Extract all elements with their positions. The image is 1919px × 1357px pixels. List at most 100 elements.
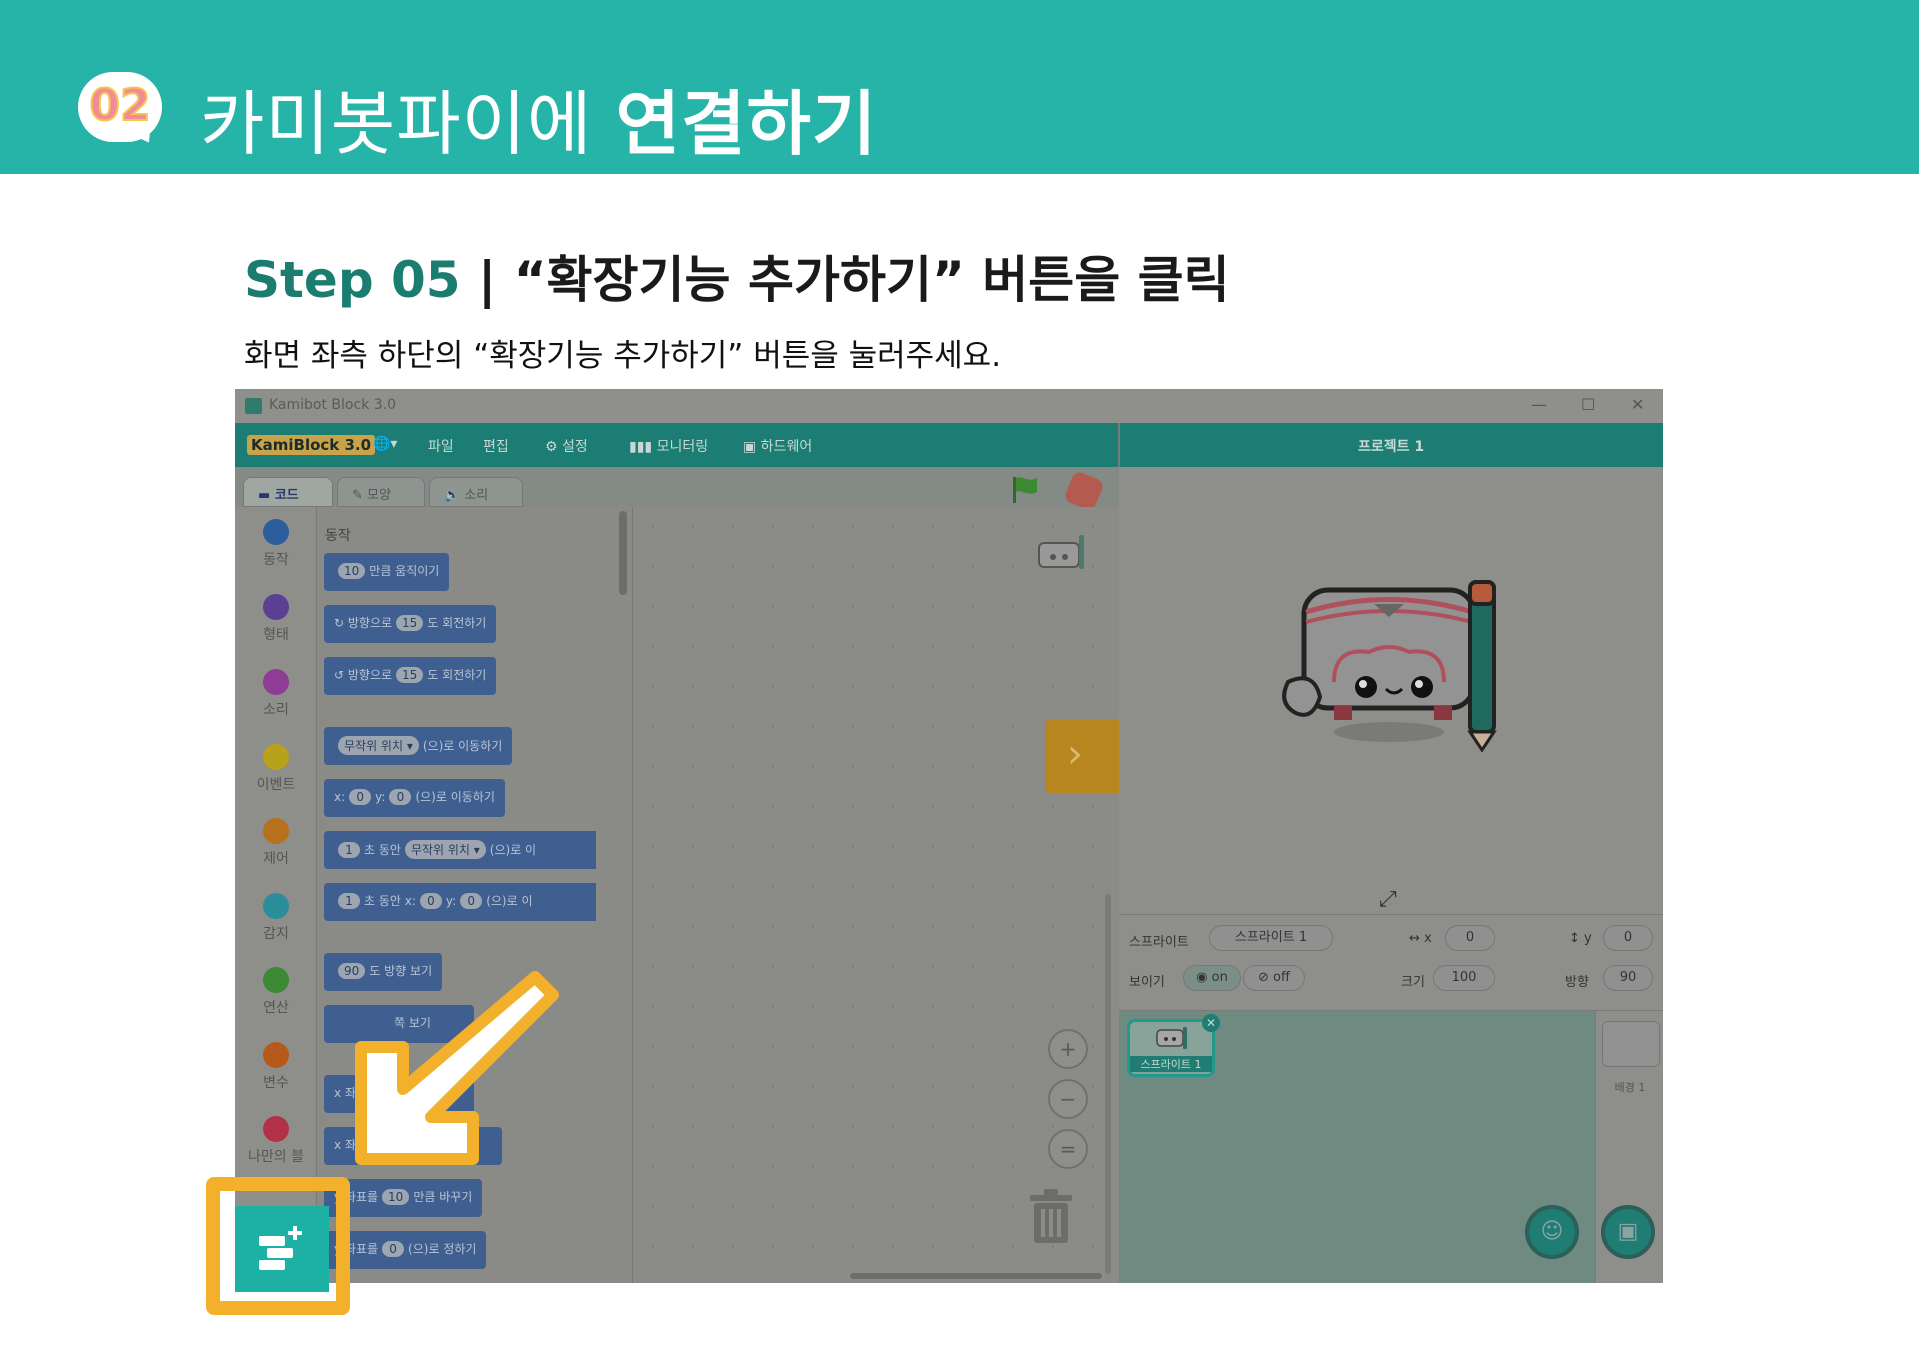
- zoom-reset-icon[interactable]: =: [1048, 1129, 1088, 1169]
- image-icon: ▣: [1617, 1219, 1639, 1244]
- category-operators[interactable]: 연산: [235, 967, 317, 1017]
- show-off-toggle[interactable]: ⊘ off: [1243, 965, 1305, 991]
- workspace-vertical-scrollbar[interactable]: [1105, 894, 1111, 1274]
- block-go-to-xy[interactable]: x: 0 y: 0 (으)로 이동하기: [324, 779, 505, 817]
- show-on-toggle[interactable]: ◉ on: [1183, 965, 1241, 991]
- sprite-name-input[interactable]: 스프라이트 1: [1209, 925, 1333, 951]
- block-go-to[interactable]: 무작위 위치 ▾ (으)로 이동하기: [324, 727, 513, 765]
- tab-costumes-label: 모양: [367, 488, 391, 503]
- sprite-list: ✕ 스프라이트 1 ☺: [1119, 1011, 1595, 1283]
- y-input[interactable]: 0: [1603, 925, 1653, 951]
- tab-sounds[interactable]: 🔈 소리: [429, 477, 523, 507]
- category-variables[interactable]: 변수: [235, 1042, 317, 1092]
- kamiblock-logo: KamiBlock 3.0: [247, 435, 376, 455]
- events-dot-icon: [263, 744, 289, 770]
- header-banner: 02 카미봇파이에 연결하기: [0, 0, 1919, 174]
- block-glide-xy[interactable]: 1초 동안 x: 0 y: 0 (으)로 이: [324, 883, 596, 921]
- palette-heading: 동작: [325, 528, 351, 544]
- eye-off-icon: ⊘: [1258, 970, 1274, 985]
- workspace-horizontal-scrollbar[interactable]: [850, 1273, 1102, 1279]
- block-glide-xy-y[interactable]: 0: [460, 893, 483, 909]
- step-title: “확장기능 추가하기” 버튼을 클릭: [513, 251, 1230, 309]
- block-turn-right[interactable]: ↻ 방향으로 15 도 회전하기: [324, 605, 497, 643]
- block-move-value[interactable]: 10: [338, 563, 366, 579]
- green-flag-icon[interactable]: [1010, 475, 1040, 505]
- delete-sprite-icon[interactable]: ✕: [1202, 1014, 1220, 1032]
- category-motion[interactable]: 동작: [235, 519, 317, 569]
- block-go-to-dropdown[interactable]: 무작위 위치 ▾: [338, 736, 419, 755]
- block-glide-xy-value[interactable]: 1: [338, 893, 360, 909]
- extension-panel-toggle[interactable]: ›: [1045, 719, 1119, 793]
- settings-menu[interactable]: ⚙ 설정: [545, 436, 588, 456]
- language-menu[interactable]: 🌐▾: [373, 436, 397, 452]
- add-sprite-button[interactable]: ☺: [1525, 1205, 1579, 1259]
- minimize-button[interactable]: —: [1531, 395, 1547, 414]
- block-go-to-xy-y[interactable]: 0: [389, 789, 412, 805]
- block-glide-value[interactable]: 1: [338, 842, 360, 858]
- step-label: Step 05: [244, 251, 461, 309]
- block-glide-xy-x[interactable]: 0: [419, 893, 442, 909]
- stage[interactable]: [1119, 467, 1663, 879]
- category-looks[interactable]: 형태: [235, 594, 317, 644]
- editor-tabs: ▬ 코드 ✎ 모양 🔈 소리: [235, 467, 1119, 507]
- sprite-thumbnail-icon: [1156, 1027, 1187, 1049]
- x-input[interactable]: 0: [1445, 925, 1495, 951]
- tab-code[interactable]: ▬ 코드: [243, 477, 333, 507]
- file-menu[interactable]: 파일: [428, 436, 454, 456]
- fullscreen-icon[interactable]: ⤢: [1379, 887, 1397, 912]
- banner-title: 카미봇파이에 연결하기: [200, 68, 877, 169]
- looks-dot-icon: [263, 594, 289, 620]
- category-control[interactable]: 제어: [235, 818, 317, 868]
- block-glide-xy-mid: 초 동안 x:: [364, 894, 416, 908]
- block-glide-mid: 초 동안: [364, 843, 401, 857]
- block-move-steps[interactable]: 10 만큼 움직이기: [324, 553, 450, 591]
- badge-number: 02: [88, 79, 151, 132]
- block-glide-dropdown[interactable]: 무작위 위치 ▾: [404, 840, 486, 859]
- backdrop-thumbnail[interactable]: [1602, 1021, 1660, 1067]
- block-turn-left[interactable]: ↺ 방향으로 15 도 회전하기: [324, 657, 497, 695]
- tab-costumes[interactable]: ✎ 모양: [337, 477, 425, 507]
- sprite-card[interactable]: ✕ 스프라이트 1: [1127, 1014, 1220, 1077]
- code-workspace[interactable]: [633, 507, 1119, 1283]
- kamibot-sprite[interactable]: [1274, 572, 1509, 752]
- app-icon: [245, 398, 262, 414]
- zoom-out-icon[interactable]: −: [1048, 1079, 1088, 1119]
- close-button[interactable]: ✕: [1631, 395, 1644, 414]
- sprite-info-panel: 스프라이트 스프라이트 1 ↔ x 0 ↕ y 0 보이기 ◉ on ⊘ off…: [1119, 915, 1663, 1011]
- block-glide[interactable]: 1 초 동안 무작위 위치 ▾ (으)로 이: [324, 831, 596, 869]
- block-set-y-value[interactable]: 0: [382, 1241, 405, 1257]
- zoom-in-icon[interactable]: +: [1048, 1029, 1088, 1069]
- add-backdrop-button[interactable]: ▣: [1601, 1205, 1655, 1259]
- size-input[interactable]: 100: [1433, 965, 1495, 991]
- eye-icon: ◉: [1196, 970, 1212, 985]
- category-sound[interactable]: 소리: [235, 669, 317, 719]
- block-turn-left-value[interactable]: 15: [396, 667, 424, 683]
- block-go-to-xy-x[interactable]: 0: [349, 789, 372, 805]
- monitoring-menu[interactable]: ▮▮▮ 모니터링: [629, 436, 708, 456]
- direction-input[interactable]: 90: [1603, 965, 1653, 991]
- sensing-dot-icon: [263, 893, 289, 919]
- step-heading: Step 05 | “확장기능 추가하기” 버튼을 클릭: [244, 240, 1230, 312]
- block-turn-right-prefix: ↻ 방향으로: [334, 616, 393, 630]
- window-title: Kamibot Block 3.0: [269, 397, 397, 413]
- block-glide-xy-y-label: y:: [445, 894, 457, 908]
- block-go-to-xy-x-label: x:: [334, 790, 346, 804]
- sound-dot-icon: [263, 669, 289, 695]
- category-operators-label: 연산: [263, 1000, 289, 1016]
- block-change-y-value[interactable]: 10: [382, 1189, 410, 1205]
- category-my-blocks[interactable]: 나만의 블: [235, 1116, 317, 1166]
- workspace-sprite-thumbnail-icon: [1038, 535, 1084, 569]
- maximize-button[interactable]: ☐: [1581, 395, 1595, 414]
- category-events[interactable]: 이벤트: [235, 744, 317, 794]
- step-separator: |: [460, 251, 514, 309]
- block-change-y-text: 만큼 바꾸기: [413, 1190, 473, 1204]
- category-sensing-label: 감지: [263, 926, 289, 942]
- category-sensing[interactable]: 감지: [235, 893, 317, 943]
- block-turn-right-value[interactable]: 15: [396, 615, 424, 631]
- block-glide-xy-text: (으)로 이: [486, 894, 533, 908]
- category-motion-label: 동작: [263, 552, 289, 568]
- tab-code-label: 코드: [274, 488, 299, 503]
- edit-menu[interactable]: 편집: [483, 436, 509, 456]
- hardware-menu[interactable]: ▣ 하드웨어: [743, 436, 812, 456]
- palette-scrollbar[interactable]: [619, 511, 627, 595]
